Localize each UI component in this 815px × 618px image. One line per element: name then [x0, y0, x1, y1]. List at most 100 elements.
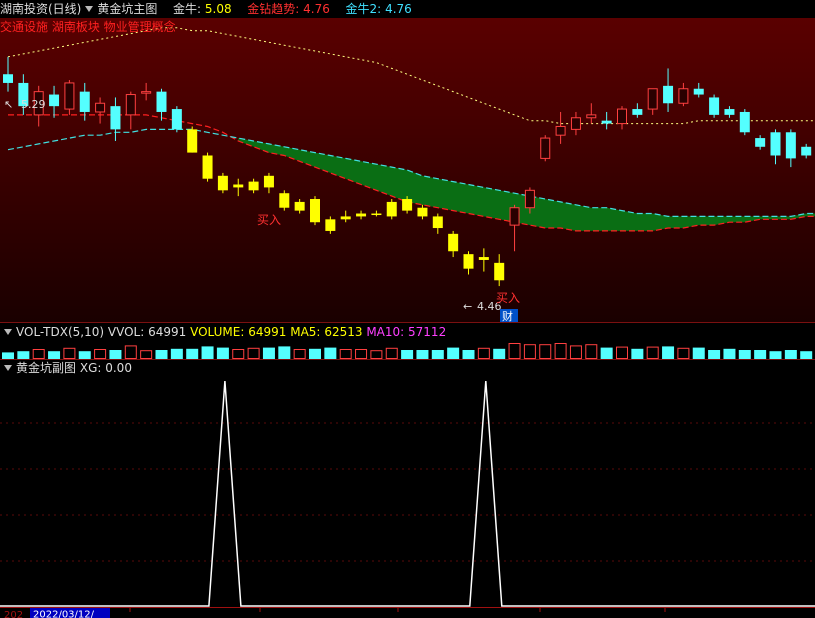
volume-bar — [769, 351, 782, 359]
candle-body — [386, 201, 397, 217]
ma10-value: 57112 — [408, 325, 447, 339]
candle-body — [110, 106, 121, 130]
candle-body — [125, 94, 136, 116]
candle-body — [187, 129, 198, 153]
candle-body — [724, 109, 735, 115]
volume-bar — [723, 348, 736, 359]
candle-body — [356, 213, 367, 217]
sub-chart-header: 黄金坑副图 XG: 0.00 — [0, 359, 132, 377]
xg-label: XG: — [79, 361, 102, 375]
volume-label: VOLUME: — [190, 325, 245, 339]
chevron-down-icon[interactable] — [4, 365, 12, 371]
volume-bar — [401, 350, 414, 359]
ma10-label: MA10: — [366, 325, 405, 339]
high-price-label: 5.29 — [21, 98, 46, 111]
vvol-value: 64991 — [148, 325, 187, 339]
candle-body — [448, 233, 459, 252]
candle-body — [432, 216, 443, 229]
candle-body — [678, 88, 689, 104]
volume-bar — [17, 351, 30, 359]
volume-bar — [48, 351, 61, 359]
volume-bar — [309, 348, 321, 359]
volume-bar — [201, 346, 214, 359]
candle-body — [171, 109, 182, 130]
volume-bar — [800, 351, 813, 359]
candle-body — [463, 254, 474, 269]
candle-body — [248, 181, 259, 191]
ma5-value: 62513 — [324, 325, 363, 339]
candle-body — [325, 219, 336, 231]
candle-body — [540, 137, 551, 159]
volume-bar — [216, 347, 229, 359]
candle-body — [755, 138, 766, 147]
candle-body — [95, 102, 106, 113]
candle-body — [509, 207, 520, 226]
candle-body — [478, 257, 489, 260]
candle-body — [217, 175, 228, 191]
xg-signal-chart[interactable] — [0, 377, 815, 607]
volume-bar — [493, 348, 506, 359]
volume-bar — [662, 346, 675, 359]
candle-body — [570, 117, 581, 130]
volume-bar — [262, 347, 275, 359]
volume-bar — [324, 347, 337, 359]
candle-body — [524, 189, 535, 209]
candle-body — [79, 91, 90, 112]
volume-bar — [78, 351, 91, 359]
candle-body — [663, 85, 674, 104]
volume-bar — [784, 350, 797, 359]
candle-body — [770, 132, 781, 156]
volume-indicator-name[interactable]: VOL-TDX(5,10) — [16, 325, 104, 339]
candle-body — [601, 120, 612, 124]
time-axis[interactable]: 202 2022/03/12/ — [0, 607, 815, 618]
high-arrow: ↖ — [4, 98, 13, 111]
vvol-label: VVOL: — [107, 325, 145, 339]
candle-body — [617, 108, 627, 125]
candle-body — [310, 199, 320, 223]
candle-body — [494, 262, 505, 281]
xg-value: 0.00 — [105, 361, 132, 375]
volume-bar — [416, 350, 429, 359]
candle-body — [340, 216, 351, 220]
volume-bar — [170, 348, 183, 359]
candle-body — [709, 97, 720, 115]
candle-body — [555, 125, 566, 136]
volume-bar — [738, 350, 751, 359]
candle-body — [263, 175, 274, 188]
sub-indicator-name[interactable]: 黄金坑副图 — [16, 361, 76, 375]
low-arrow: ← — [463, 300, 472, 313]
candle-body — [785, 132, 796, 159]
candle-body — [801, 146, 812, 156]
candle-body — [202, 155, 213, 179]
candle-body — [64, 82, 75, 110]
volume-bar — [2, 352, 14, 359]
volume-bar — [155, 350, 168, 359]
axis-year-label: 202 — [4, 610, 23, 618]
buy-signal-1: 买入 — [257, 213, 281, 227]
volume-bar — [109, 350, 122, 359]
candle-body — [3, 74, 13, 83]
candle-body — [402, 199, 413, 211]
volume-bar — [431, 350, 444, 359]
main-price-chart[interactable]: ↖ 5.29 ← 4.46 买入 买入 财 — [0, 0, 815, 322]
volume-bar — [692, 347, 705, 359]
volume-bar — [600, 347, 613, 359]
xg-signal-line — [0, 380, 815, 607]
volume-bar — [631, 348, 644, 359]
candle-body — [49, 94, 60, 107]
volume-bar — [278, 346, 291, 359]
date-cursor-label: 2022/03/12/ — [33, 610, 95, 618]
ma5-label: MA5: — [290, 325, 321, 339]
volume-bar — [708, 350, 721, 359]
volume-chart[interactable] — [0, 341, 815, 359]
cai-badge-label: 财 — [502, 309, 513, 322]
volume-bar — [186, 348, 199, 359]
candle-body — [141, 91, 152, 94]
candle-body — [586, 114, 597, 119]
volume-bar — [447, 347, 460, 359]
candle-body — [417, 207, 428, 217]
candle-body — [279, 193, 290, 208]
chevron-down-icon[interactable] — [4, 329, 12, 335]
candle-body — [693, 88, 704, 95]
concept-tags: 交通设施 湖南板块 物业管理概念 — [0, 20, 176, 34]
